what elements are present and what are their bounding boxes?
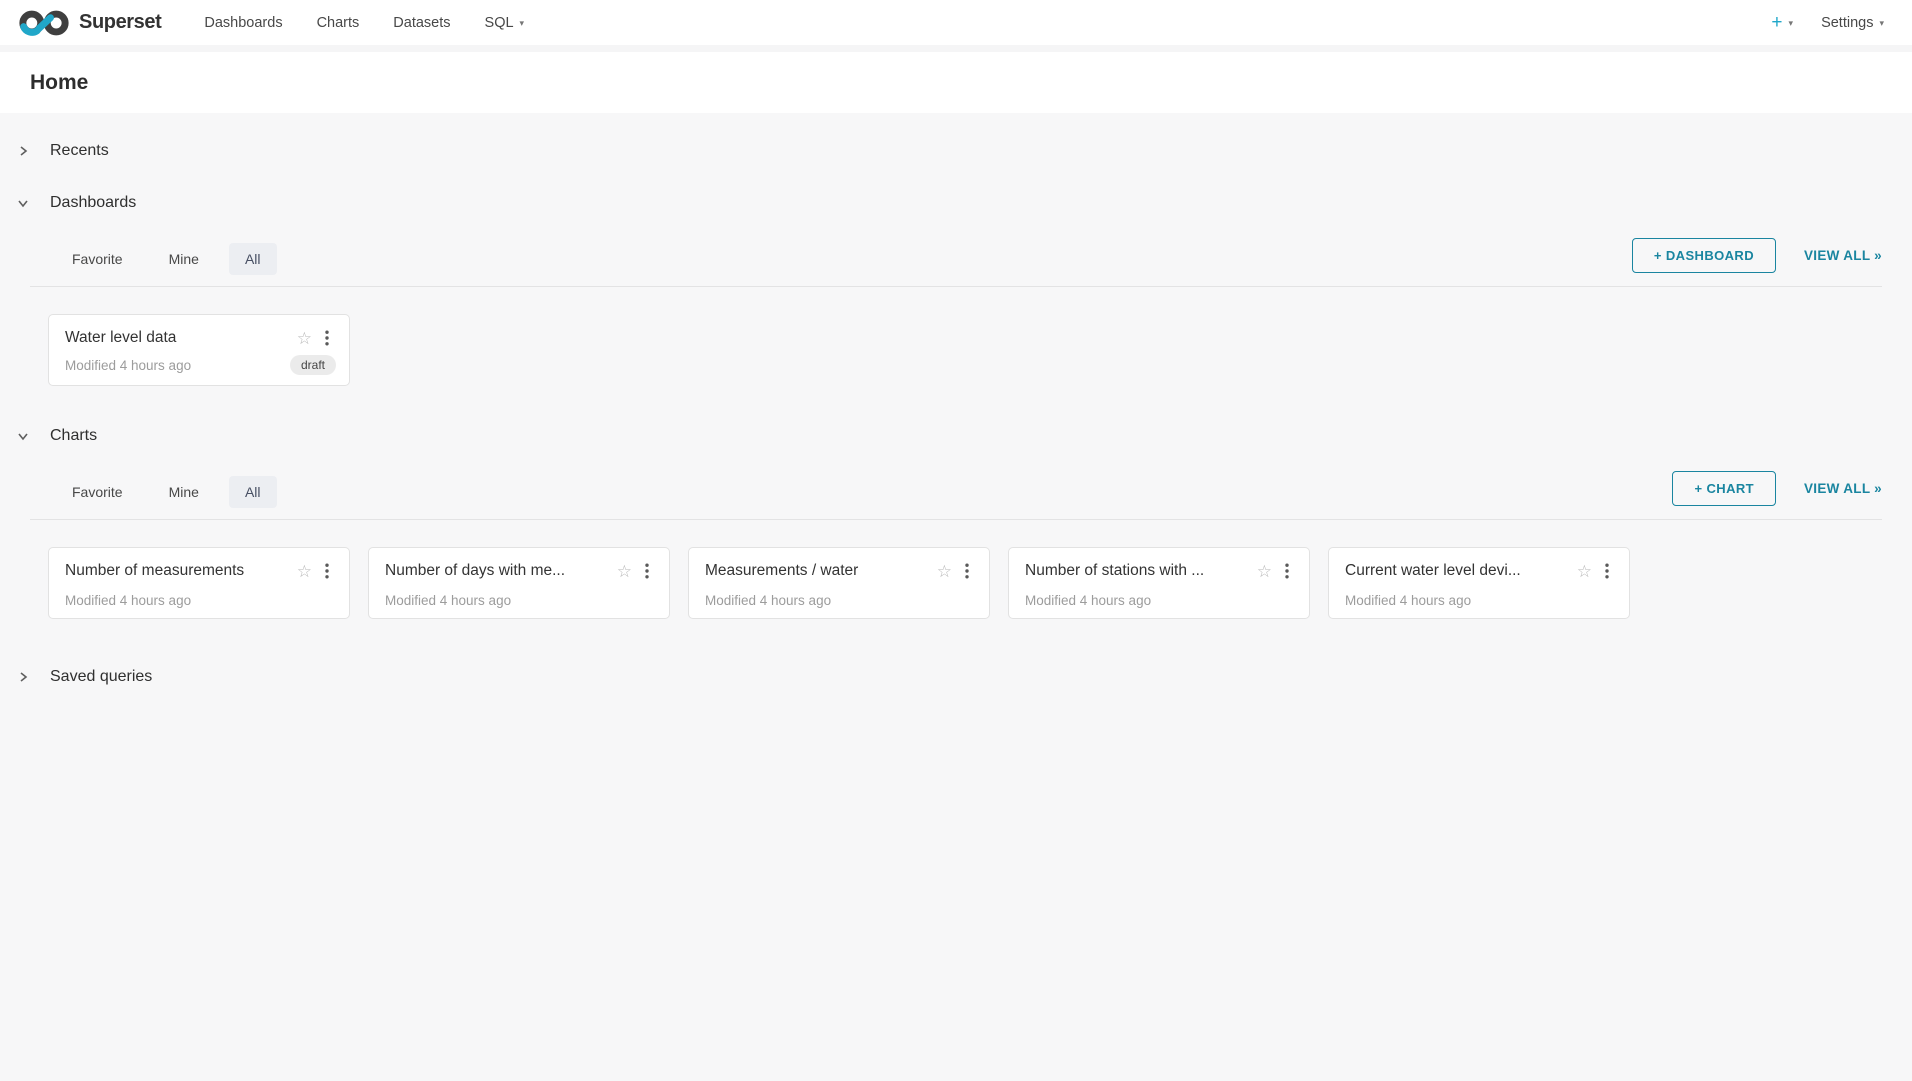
chevron-down-icon [17, 197, 29, 209]
chart-card[interactable]: Number of days with me... ☆ Modified 4 h… [368, 547, 670, 619]
charts-actions: + CHART VIEW ALL » [1672, 471, 1882, 512]
dashboard-card[interactable]: Water level data ☆ Modified 4 hours ago … [48, 314, 350, 386]
card-title[interactable]: Number of measurements [65, 562, 291, 580]
section-title: Dashboards [50, 194, 136, 212]
nav-item-dashboards[interactable]: Dashboards [187, 0, 299, 45]
chevron-right-icon [17, 145, 29, 157]
chevron-right-icon [17, 671, 29, 683]
nav-item-datasets[interactable]: Datasets [376, 0, 467, 45]
nav-item-label: Charts [317, 15, 360, 31]
new-item-menu-button[interactable]: + ▾ [1757, 0, 1807, 45]
draft-badge: draft [290, 355, 336, 375]
tab-mine[interactable]: Mine [153, 476, 215, 508]
settings-label: Settings [1821, 15, 1873, 31]
card-modified: Modified 4 hours ago [385, 593, 511, 608]
page-title: Home [30, 71, 88, 95]
card-modified: Modified 4 hours ago [1025, 593, 1151, 608]
favorite-star-icon[interactable]: ☆ [291, 330, 318, 347]
favorite-star-icon[interactable]: ☆ [1571, 563, 1598, 580]
section-title: Saved queries [50, 668, 152, 686]
charts-subheader: Favorite Mine All + CHART VIEW ALL » [30, 464, 1882, 520]
chart-card[interactable]: Number of measurements ☆ Modified 4 hour… [48, 547, 350, 619]
favorite-star-icon[interactable]: ☆ [291, 563, 318, 580]
nav-divider [0, 45, 1912, 52]
charts-tabs: Favorite Mine All [56, 476, 277, 508]
card-title[interactable]: Measurements / water [705, 562, 931, 580]
dashboards-cards: Water level data ☆ Modified 4 hours ago … [0, 287, 1912, 386]
top-nav: Superset Dashboards Charts Datasets SQL … [0, 0, 1912, 45]
tab-all[interactable]: All [229, 476, 277, 508]
chart-card[interactable]: Current water level devi... ☆ Modified 4… [1328, 547, 1630, 619]
card-modified: Modified 4 hours ago [705, 593, 831, 608]
nav-item-label: SQL [485, 15, 514, 31]
favorite-star-icon[interactable]: ☆ [931, 563, 958, 580]
plus-icon: + [1771, 12, 1782, 34]
charts-view-all-link[interactable]: VIEW ALL » [1804, 481, 1882, 496]
card-modified: Modified 4 hours ago [65, 593, 191, 608]
charts-cards: Number of measurements ☆ Modified 4 hour… [0, 520, 1912, 619]
dashboards-actions: + DASHBOARD VIEW ALL » [1632, 238, 1882, 279]
chevron-down-icon [17, 430, 29, 442]
nav-item-label: Dashboards [204, 15, 282, 31]
dashboards-tabs: Favorite Mine All [56, 243, 277, 275]
section-saved-queries-header[interactable]: Saved queries [0, 655, 1912, 699]
caret-down-icon: ▾ [520, 17, 525, 28]
section-recents-header[interactable]: Recents [0, 129, 1912, 173]
card-modified: Modified 4 hours ago [65, 358, 191, 373]
new-chart-button[interactable]: + CHART [1672, 471, 1776, 506]
section-charts-header[interactable]: Charts [0, 414, 1912, 458]
card-title[interactable]: Water level data [65, 329, 291, 347]
kebab-menu-icon[interactable] [1278, 560, 1296, 582]
settings-menu-button[interactable]: Settings ▾ [1807, 0, 1898, 45]
card-title[interactable]: Current water level devi... [1345, 562, 1571, 580]
nav-item-label: Datasets [393, 15, 450, 31]
caret-down-icon: ▾ [1789, 17, 1794, 28]
nav-item-sql[interactable]: SQL ▾ [468, 0, 542, 45]
tab-favorite[interactable]: Favorite [56, 243, 139, 275]
section-title: Charts [50, 427, 97, 445]
chart-card[interactable]: Measurements / water ☆ Modified 4 hours … [688, 547, 990, 619]
home-content: Recents Dashboards Favorite Mine All + D… [0, 113, 1912, 699]
dashboards-subheader: Favorite Mine All + DASHBOARD VIEW ALL » [30, 231, 1882, 287]
kebab-menu-icon[interactable] [318, 327, 336, 349]
card-title[interactable]: Number of stations with ... [1025, 562, 1251, 580]
tab-favorite[interactable]: Favorite [56, 476, 139, 508]
superset-infinity-icon [18, 10, 70, 36]
nav-item-charts[interactable]: Charts [300, 0, 377, 45]
dashboards-view-all-link[interactable]: VIEW ALL » [1804, 248, 1882, 263]
kebab-menu-icon[interactable] [958, 560, 976, 582]
page-header: Home [0, 52, 1912, 113]
kebab-menu-icon[interactable] [1598, 560, 1616, 582]
section-title: Recents [50, 142, 109, 160]
card-title[interactable]: Number of days with me... [385, 562, 611, 580]
tab-mine[interactable]: Mine [153, 243, 215, 275]
tab-all[interactable]: All [229, 243, 277, 275]
favorite-star-icon[interactable]: ☆ [611, 563, 638, 580]
kebab-menu-icon[interactable] [318, 560, 336, 582]
superset-logo[interactable]: Superset [18, 10, 161, 36]
new-dashboard-button[interactable]: + DASHBOARD [1632, 238, 1776, 273]
chart-card[interactable]: Number of stations with ... ☆ Modified 4… [1008, 547, 1310, 619]
favorite-star-icon[interactable]: ☆ [1251, 563, 1278, 580]
section-dashboards-header[interactable]: Dashboards [0, 181, 1912, 225]
kebab-menu-icon[interactable] [638, 560, 656, 582]
card-modified: Modified 4 hours ago [1345, 593, 1471, 608]
brand-name: Superset [79, 11, 161, 34]
caret-down-icon: ▾ [1879, 17, 1884, 28]
